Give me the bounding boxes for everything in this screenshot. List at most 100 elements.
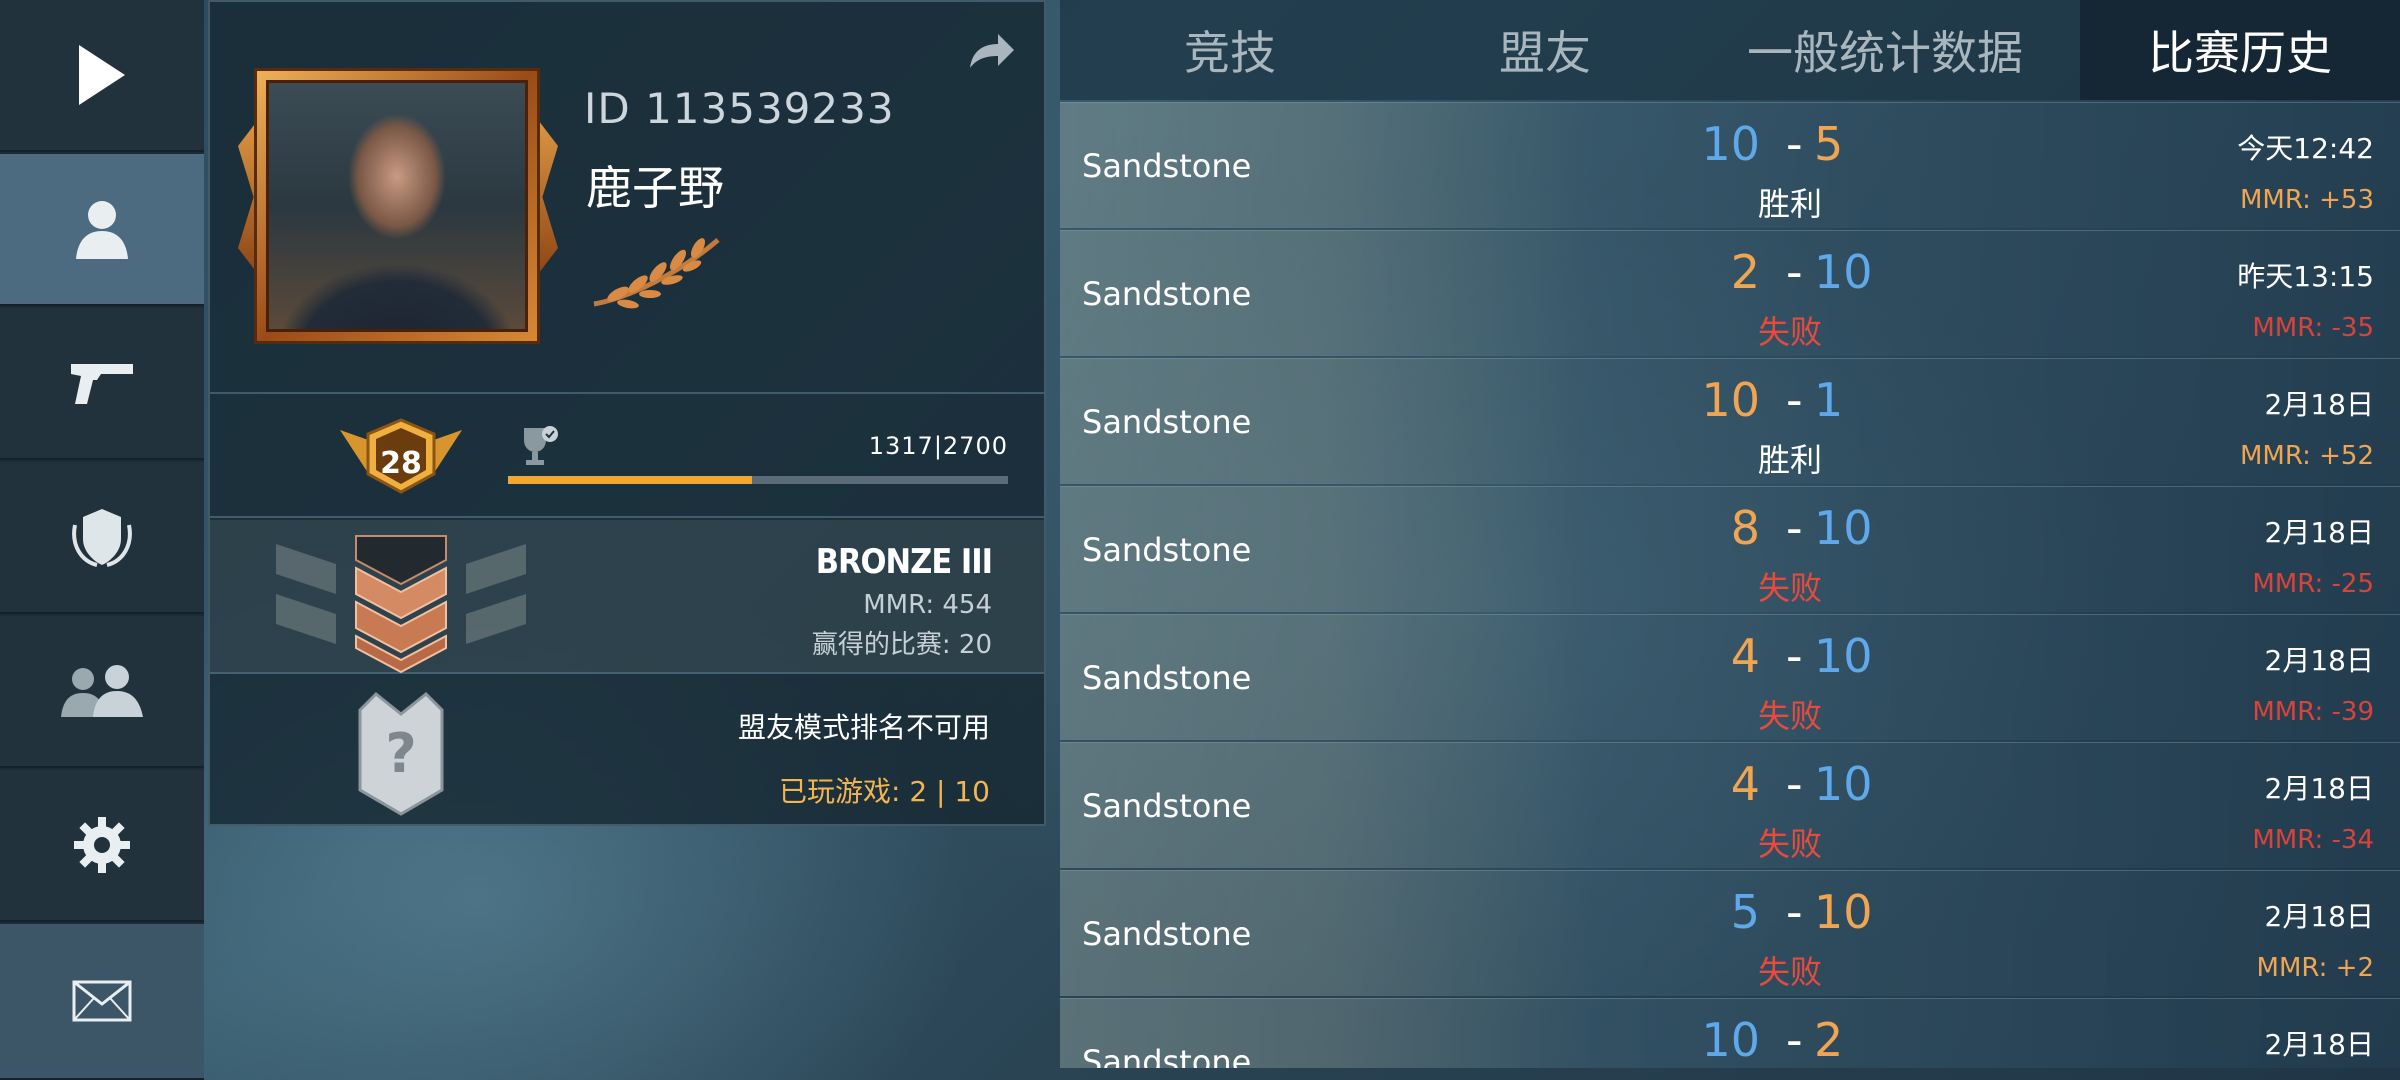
sidebar-item-settings[interactable]	[0, 770, 204, 922]
match-row[interactable]: Sandstone 4-10 失败 2月18日 MMR: -34	[1060, 742, 2400, 868]
sidebar-item-play[interactable]	[0, 0, 204, 152]
team-score-right: 10	[1814, 629, 1873, 683]
match-map: Sandstone	[1082, 915, 1252, 953]
match-row[interactable]: Sandstone 10-2 2月18日	[1060, 998, 2400, 1068]
rank-mmr: MMR: 454	[863, 590, 992, 620]
match-score: 8-10	[1620, 501, 1960, 555]
match-mmr-change: MMR: -35	[2252, 313, 2374, 343]
sidebar-item-profile[interactable]	[0, 154, 204, 306]
xp-progress-fill	[508, 476, 752, 484]
stats-tabs: 竞技 盟友 一般统计数据 比赛历史	[1060, 0, 2400, 100]
match-score: 4-10	[1620, 629, 1960, 683]
tab-competitive[interactable]: 竞技	[1060, 0, 1400, 100]
group-icon	[61, 665, 143, 717]
ranked-row: BRONZE III MMR: 454 赢得的比赛: 20	[210, 520, 1044, 674]
match-time: 2月18日	[2264, 516, 2374, 549]
match-result: 失败	[1757, 825, 1822, 863]
team-score-left: 8	[1730, 501, 1760, 555]
match-result: 胜利	[1757, 441, 1822, 479]
profile-header: ID 113539233 鹿子野	[210, 2, 1044, 394]
match-result: 失败	[1757, 697, 1822, 735]
laurel-icon	[593, 238, 720, 309]
team-score-right: 10	[1814, 245, 1873, 299]
match-row[interactable]: Sandstone 10-1 胜利 2月18日 MMR: +52	[1060, 358, 2400, 484]
score-separator: -	[1786, 373, 1803, 427]
tab-match-history[interactable]: 比赛历史	[2080, 0, 2400, 100]
person-icon	[76, 201, 128, 259]
match-row[interactable]: Sandstone 2-10 失败 昨天13:15 MMR: -35	[1060, 230, 2400, 356]
match-score: 10-2	[1620, 1013, 1960, 1067]
team-score-left: 10	[1701, 373, 1760, 427]
xp-text: 1317|2700	[868, 432, 1008, 460]
shield-icon	[72, 509, 132, 567]
match-row[interactable]: Sandstone 5-10 失败 2月18日 MMR: +2	[1060, 870, 2400, 996]
sidebar-item-clan[interactable]	[0, 462, 204, 614]
xp-progress-bar	[508, 476, 1008, 484]
team-score-left: 10	[1701, 1013, 1760, 1067]
unranked-badge-icon: ?	[358, 691, 444, 816]
trophy-icon	[524, 426, 558, 465]
player-id: ID 113539233	[584, 84, 895, 133]
team-score-left: 2	[1730, 245, 1760, 299]
tab-allies[interactable]: 盟友	[1400, 0, 1690, 100]
score-separator: -	[1786, 1013, 1803, 1067]
match-score: 10-5	[1620, 117, 1960, 171]
ally-rank-unavailable: 盟友模式排名不可用	[737, 711, 990, 744]
share-icon[interactable]	[966, 32, 1016, 72]
play-icon	[79, 45, 125, 105]
avatar-image	[266, 80, 528, 332]
match-result: 失败	[1757, 569, 1822, 607]
gear-icon	[74, 817, 130, 873]
tab-general-stats[interactable]: 一般统计数据	[1690, 0, 2080, 100]
match-mmr-change: MMR: -39	[2252, 697, 2374, 727]
match-time: 昨天13:15	[2237, 260, 2374, 293]
match-map: Sandstone	[1082, 531, 1252, 569]
match-mmr-change: MMR: +2	[2256, 953, 2374, 983]
rank-name: BRONZE III	[815, 542, 993, 582]
sidebar-item-weapons[interactable]	[0, 308, 204, 460]
match-score: 10-1	[1620, 373, 1960, 427]
team-score-right: 10	[1814, 757, 1873, 811]
sidebar-item-friends[interactable]	[0, 616, 204, 768]
bronze-rank-chevron-icon	[276, 535, 526, 674]
score-separator: -	[1786, 245, 1803, 299]
match-map: Sandstone	[1082, 659, 1252, 697]
score-separator: -	[1786, 117, 1803, 171]
ally-mode-row: ? 盟友模式排名不可用 已玩游戏: 2 | 10	[210, 674, 1044, 824]
match-result: 胜利	[1757, 185, 1822, 223]
team-score-right: 1	[1814, 373, 1844, 427]
match-row[interactable]: Sandstone 4-10 失败 2月18日 MMR: -39	[1060, 614, 2400, 740]
match-time: 2月18日	[2264, 1028, 2374, 1061]
match-row[interactable]: Sandstone 10-5 胜利 今天12:42 MMR: +53	[1060, 102, 2400, 228]
match-map: Sandstone	[1082, 1043, 1252, 1068]
match-time: 2月18日	[2264, 388, 2374, 421]
pistol-icon	[71, 364, 133, 404]
sidebar-item-mail[interactable]	[0, 924, 204, 1080]
match-map: Sandstone	[1082, 275, 1252, 313]
score-separator: -	[1786, 501, 1803, 555]
team-score-right: 10	[1814, 885, 1873, 939]
match-result: 失败	[1757, 313, 1822, 351]
player-name: 鹿子野	[586, 161, 724, 215]
score-separator: -	[1786, 629, 1803, 683]
sidebar-nav	[0, 0, 204, 1080]
match-time: 2月18日	[2264, 644, 2374, 677]
match-mmr-change: MMR: +53	[2239, 185, 2374, 215]
match-history-list[interactable]: Sandstone 10-5 胜利 今天12:42 MMR: +53 Sandstone 2…	[1060, 102, 2400, 1068]
score-separator: -	[1786, 757, 1803, 811]
level-row: 28 1317|2700	[210, 394, 1044, 518]
avatar[interactable]	[254, 68, 540, 344]
match-mmr-change: MMR: -25	[2252, 569, 2374, 599]
ally-games-played: 已玩游戏: 2 | 10	[778, 775, 990, 808]
match-mmr-change: MMR: +52	[2239, 441, 2374, 471]
level-number: 28	[380, 446, 422, 481]
team-score-right: 10	[1814, 501, 1873, 555]
team-score-left: 4	[1730, 629, 1760, 683]
envelope-icon	[72, 980, 132, 1022]
match-score: 4-10	[1620, 757, 1960, 811]
match-map: Sandstone	[1082, 787, 1252, 825]
match-map: Sandstone	[1082, 147, 1252, 185]
match-row[interactable]: Sandstone 8-10 失败 2月18日 MMR: -25	[1060, 486, 2400, 612]
match-time: 今天12:42	[2237, 132, 2374, 165]
match-mmr-change: MMR: -34	[2252, 825, 2374, 855]
